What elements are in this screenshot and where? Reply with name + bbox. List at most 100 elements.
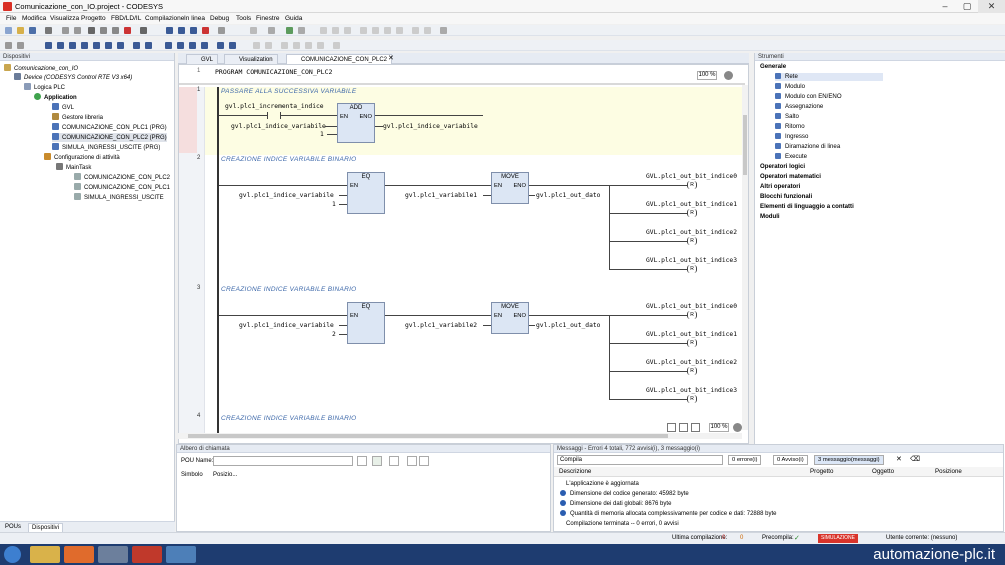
build-icon[interactable] xyxy=(166,27,173,34)
contact-symbol[interactable] xyxy=(267,112,281,119)
messages-filter-select[interactable]: Compila xyxy=(557,455,723,465)
network-1[interactable]: 1 PASSARE ALLA SUCCESSIVA VARIABILE gvl.… xyxy=(179,87,745,155)
fbd-output-icon[interactable] xyxy=(145,42,152,49)
network-comment[interactable]: CREAZIONE INDICE VARIABILE BINARIO xyxy=(221,156,357,163)
tool-rete[interactable]: Rete xyxy=(775,73,883,81)
new-icon[interactable] xyxy=(5,27,12,34)
start-icon[interactable] xyxy=(4,546,21,563)
tree-call-plc1[interactable]: COMUNICAZIONE_CON_PLC1 xyxy=(74,183,170,192)
reset-coil[interactable]: R xyxy=(687,395,697,403)
monitor-icon[interactable] xyxy=(298,27,305,34)
simulation-badge[interactable]: SIMULAZIONE xyxy=(818,534,858,543)
tab-visualization[interactable]: Visualization xyxy=(224,54,278,64)
window-icon[interactable] xyxy=(166,546,196,563)
save-icon[interactable] xyxy=(29,27,36,34)
zoom-tool-icon[interactable] xyxy=(691,423,700,432)
tool-modulo[interactable]: Modulo xyxy=(775,83,805,91)
forward-icon[interactable] xyxy=(419,456,429,466)
fbd-box-icon[interactable] xyxy=(17,42,24,49)
message-row[interactable]: Dimensione del codice generato: 45982 by… xyxy=(560,490,689,499)
output-variable[interactable]: gvl.plc1_indice_variabile xyxy=(383,123,478,130)
zoom-bottom-icon[interactable] xyxy=(733,423,742,432)
maximize-icon[interactable]: ▢ xyxy=(956,0,978,13)
section-moduli[interactable]: Moduli xyxy=(760,213,780,221)
fbd-edge-icon[interactable] xyxy=(177,42,184,49)
eq-block[interactable]: EQ EN xyxy=(347,302,385,344)
tree-gestore-libreria[interactable]: Gestore libreria xyxy=(52,113,103,122)
fbd-execute-icon[interactable] xyxy=(217,42,224,49)
fbd-input-icon[interactable] xyxy=(133,42,140,49)
collapse-icon[interactable] xyxy=(389,456,399,466)
coil-variable[interactable]: GVL.plc1_out_bit_indice3 xyxy=(646,387,737,394)
fbd-return-icon[interactable] xyxy=(117,42,124,49)
fbd-network-icon[interactable] xyxy=(5,42,12,49)
move-output[interactable]: gvl.plc1_out_dato xyxy=(536,322,600,329)
logout-icon[interactable] xyxy=(190,27,197,34)
menu-debug[interactable]: Debug xyxy=(210,14,229,23)
coil-variable[interactable]: GVL.plc1_out_bit_indice0 xyxy=(646,303,737,310)
menu-tools[interactable]: Tools xyxy=(236,14,251,23)
move-input[interactable]: gvl.plc1_variabile1 xyxy=(405,192,477,199)
pan-tool-icon[interactable] xyxy=(679,423,688,432)
tool-ingresso[interactable]: Ingresso xyxy=(775,133,808,141)
reset-coil[interactable]: R xyxy=(687,367,697,375)
zoom-top[interactable]: 100 % xyxy=(697,71,717,80)
reset-coil[interactable]: R xyxy=(687,311,697,319)
tab-comunicazione-plc2[interactable]: COMUNICAZIONE_CON_PLC2 xyxy=(286,54,393,64)
toolbar-option-icon[interactable] xyxy=(440,27,447,34)
firefox-icon[interactable] xyxy=(64,546,94,563)
find-icon[interactable] xyxy=(140,27,147,34)
reset-coil[interactable]: R xyxy=(687,265,697,273)
eq-input-1[interactable]: gvl.plc1_indice_variabile xyxy=(239,322,334,329)
add-block[interactable]: ADD EN ENO xyxy=(337,103,375,143)
warnings-filter[interactable]: 0 Avviso(i) xyxy=(773,455,808,465)
tree-call-simula[interactable]: SIMULA_INGRESSI_USCITE xyxy=(74,193,164,202)
close-icon[interactable]: ✕ xyxy=(978,0,1005,13)
reset-coil[interactable]: R xyxy=(687,339,697,347)
menu-fbd[interactable]: FBD/LD/IL xyxy=(111,14,141,23)
network-3[interactable]: 3 CREAZIONE INDICE VARIABILE BINARIO EQ … xyxy=(179,285,745,413)
editor-vertical-scrollbar[interactable] xyxy=(742,85,748,430)
delete-icon[interactable] xyxy=(124,27,131,34)
explorer-icon[interactable] xyxy=(30,546,60,563)
close-tab-icon[interactable]: ✕ xyxy=(388,54,394,62)
search-icon[interactable] xyxy=(357,456,367,466)
fbd-reset-icon[interactable] xyxy=(93,42,100,49)
tool-execute[interactable]: Execute xyxy=(775,153,807,161)
menu-guida[interactable]: Guida xyxy=(285,14,302,23)
message-row[interactable]: Quantità di memoria allocata complessiva… xyxy=(560,510,776,519)
fbd-negate-icon[interactable] xyxy=(165,42,172,49)
tool-salto[interactable]: Salto xyxy=(775,113,799,121)
filter-clear-icon[interactable]: ⌫ xyxy=(910,455,920,463)
refresh-icon[interactable] xyxy=(372,456,382,466)
open-icon[interactable] xyxy=(17,27,24,34)
menu-visualizza[interactable]: Visualizza xyxy=(50,14,79,23)
reset-icon[interactable] xyxy=(218,27,225,34)
cut-icon[interactable] xyxy=(88,27,95,34)
tab-pous[interactable]: POUs xyxy=(2,523,24,532)
splitter[interactable] xyxy=(179,83,745,85)
tree-application[interactable]: Application xyxy=(34,93,77,102)
coil-variable[interactable]: GVL.plc1_out_bit_indice2 xyxy=(646,359,737,366)
tool-ritorno[interactable]: Ritorno xyxy=(775,123,805,131)
fbd-contact-icon[interactable] xyxy=(45,42,52,49)
pointer-tool-icon[interactable] xyxy=(667,423,676,432)
network-comment[interactable]: PASSARE ALLA SUCCESSIVA VARIABILE xyxy=(221,88,357,95)
section-operatori-matematici[interactable]: Operatori matematici xyxy=(760,173,821,181)
tool-assegnazione[interactable]: Assegnazione xyxy=(775,103,823,111)
coil-variable[interactable]: GVL.plc1_out_bit_indice1 xyxy=(646,331,737,338)
move-block[interactable]: MOVE EN ENO xyxy=(491,172,529,204)
eq-input-2[interactable]: 1 xyxy=(332,201,336,208)
login-icon[interactable] xyxy=(178,27,185,34)
breakpoint-icon[interactable] xyxy=(268,27,275,34)
zoom-bottom[interactable]: 100 % xyxy=(709,423,729,432)
menu-in-linea[interactable]: In linea xyxy=(184,14,205,23)
tool-modulo-en-eno[interactable]: Modulo con EN/ENO xyxy=(775,93,842,101)
input-constant[interactable]: 1 xyxy=(320,131,324,138)
coil-variable[interactable]: GVL.plc1_out_bit_indice0 xyxy=(646,173,737,180)
network-4[interactable]: 4 CREAZIONE INDICE VARIABILE BINARIO xyxy=(179,413,745,435)
tab-gvl[interactable]: GVL xyxy=(186,54,219,64)
reset-coil[interactable]: R xyxy=(687,209,697,217)
message-row[interactable]: L'applicazione è aggiornata xyxy=(566,480,639,489)
menu-file[interactable]: File xyxy=(6,14,16,23)
